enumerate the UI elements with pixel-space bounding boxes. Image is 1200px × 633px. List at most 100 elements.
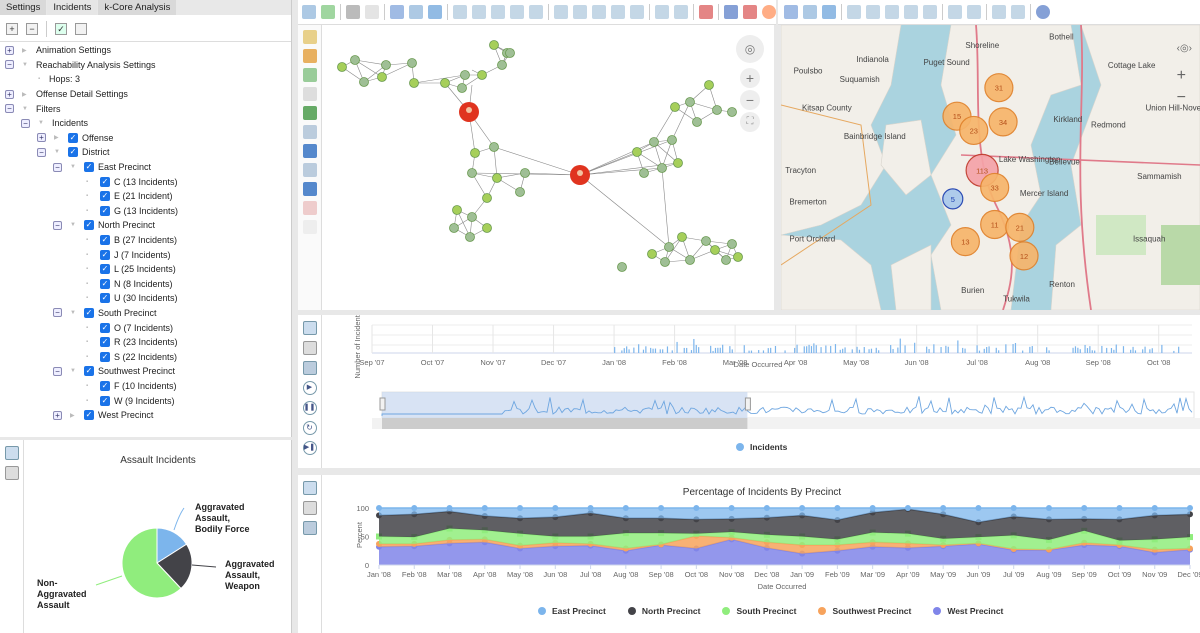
graph-node[interactable] [497, 60, 507, 70]
link-layout-icon[interactable] [630, 5, 644, 19]
graph-node[interactable] [670, 102, 680, 112]
graph-node[interactable] [407, 58, 417, 68]
tree-node[interactable]: − ▼ Filters [0, 101, 291, 116]
incident-cluster-marker[interactable]: 34 [988, 107, 1018, 137]
graph-node[interactable] [440, 78, 450, 88]
zoom-fit-icon[interactable] [923, 5, 937, 19]
print-preview-icon[interactable] [365, 5, 379, 19]
tree-node[interactable]: ▪ ✓ N (8 Incidents) [0, 277, 291, 292]
checkbox[interactable]: ✓ [100, 380, 110, 391]
graph-node[interactable] [727, 107, 737, 117]
data-point[interactable] [904, 505, 911, 511]
tree-node[interactable]: ▪ ✓ G (13 Incidents) [0, 204, 291, 219]
grid-layout-icon[interactable] [611, 5, 625, 19]
play-icon[interactable]: ▶ [302, 381, 317, 395]
expand-nodes-icon[interactable] [992, 5, 1006, 19]
network-graph[interactable] [322, 25, 774, 310]
bookmark-star-icon[interactable] [302, 30, 317, 44]
expand-icon[interactable]: + [53, 410, 62, 420]
export-icon[interactable] [4, 446, 19, 460]
graph-node[interactable] [492, 173, 502, 183]
zoom-out-icon[interactable] [904, 5, 918, 19]
checkbox[interactable]: ✓ [100, 264, 110, 275]
scrollbar-thumb[interactable] [382, 418, 748, 429]
zoom-fit-icon[interactable] [529, 5, 543, 19]
data-point[interactable] [481, 505, 488, 511]
zoom-in-icon[interactable] [866, 5, 880, 19]
cluster-icon[interactable] [724, 5, 738, 19]
pan-control-icon[interactable]: ‹◎› [1177, 43, 1192, 54]
data-point[interactable] [622, 505, 629, 511]
unmerge-links-icon[interactable] [302, 182, 317, 196]
data-point[interactable] [587, 505, 594, 511]
checkbox[interactable]: ✓ [84, 307, 94, 318]
tree-node[interactable]: − ▼ Reachability Analysis Settings [0, 58, 291, 73]
map-canvas[interactable]: Indianola Poulsbo Suquamish Shoreline Bothel… [781, 25, 1200, 310]
graph-node[interactable] [710, 245, 720, 255]
collapse-nodes-icon[interactable] [1011, 5, 1025, 19]
export-icon[interactable] [321, 5, 335, 19]
expand-all-icon[interactable]: + [6, 22, 18, 35]
collapse-nodes-icon[interactable] [674, 5, 688, 19]
data-point[interactable] [658, 505, 665, 511]
hide-icon[interactable] [302, 87, 317, 101]
info-icon[interactable] [1036, 5, 1050, 19]
data-point[interactable] [376, 505, 382, 511]
graph-node[interactable] [505, 48, 515, 58]
print-icon[interactable] [302, 501, 317, 515]
graph-node[interactable] [667, 135, 677, 145]
tree-node[interactable]: ▪ ✓ R (23 Incidents) [0, 335, 291, 350]
data-point[interactable] [1081, 505, 1088, 511]
zoom-icon[interactable] [847, 5, 861, 19]
graph-node[interactable] [673, 158, 683, 168]
graph-node[interactable] [449, 223, 459, 233]
check-all-icon[interactable]: ✓ [55, 22, 67, 35]
zoom-in-plus-icon[interactable] [491, 5, 505, 19]
graph-node[interactable] [409, 78, 419, 88]
graph-node[interactable] [359, 77, 369, 87]
checkbox[interactable]: ✓ [100, 278, 110, 289]
graph-node[interactable] [664, 242, 674, 252]
print-icon[interactable] [346, 5, 360, 19]
legend-item[interactable]: Southwest Precinct [818, 606, 911, 616]
pause-icon[interactable]: ❚❚ [302, 401, 317, 415]
tree-node[interactable]: ▪ ✓ E (21 Incident) [0, 189, 291, 204]
tree-node[interactable]: ▪ ✓ F (10 Incidents) [0, 379, 291, 394]
tree-node[interactable]: − ▼ Incidents [0, 116, 291, 131]
graph-node[interactable] [482, 223, 492, 233]
checkbox[interactable]: ✓ [100, 337, 110, 348]
graph-node[interactable] [617, 262, 627, 272]
filter-nodes-icon[interactable] [302, 68, 317, 82]
data-point[interactable] [728, 505, 735, 511]
graph-node[interactable] [467, 168, 477, 178]
tab-k-core-analysis[interactable]: k-Core Analysis [98, 0, 177, 15]
graph-node[interactable] [727, 239, 737, 249]
tree-node[interactable]: ▪ ✓ B (27 Incidents) [0, 233, 291, 248]
data-point[interactable] [940, 505, 947, 511]
data-point[interactable] [693, 505, 700, 511]
checkbox[interactable]: ✓ [84, 410, 94, 421]
collapse-icon[interactable]: − [53, 366, 62, 376]
legend-item[interactable]: East Precinct [538, 606, 606, 616]
graph-node[interactable] [350, 55, 360, 65]
graph-node[interactable] [489, 142, 499, 152]
checkbox[interactable]: ✓ [100, 395, 110, 406]
checkbox[interactable]: ✓ [68, 147, 78, 158]
tree-node[interactable]: ▪ ✓ S (22 Incidents) [0, 349, 291, 364]
select-icon[interactable] [390, 5, 404, 19]
merge-icon[interactable] [302, 125, 317, 139]
graph-node[interactable] [465, 232, 475, 242]
graph-node[interactable] [377, 72, 387, 82]
graph-node[interactable] [457, 83, 467, 93]
collapse-icon[interactable]: − [53, 220, 62, 230]
checkbox[interactable]: ✓ [100, 176, 110, 187]
graph-node[interactable] [482, 193, 492, 203]
clear-icon[interactable] [302, 220, 317, 234]
checkbox[interactable]: ✓ [84, 162, 94, 173]
graph-node[interactable] [467, 212, 477, 222]
circular-layout-icon[interactable] [592, 5, 606, 19]
collapse-icon[interactable]: − [21, 118, 30, 128]
data-point[interactable] [1045, 505, 1052, 511]
checkbox[interactable]: ✓ [84, 220, 94, 231]
tab-settings[interactable]: Settings [0, 0, 47, 15]
